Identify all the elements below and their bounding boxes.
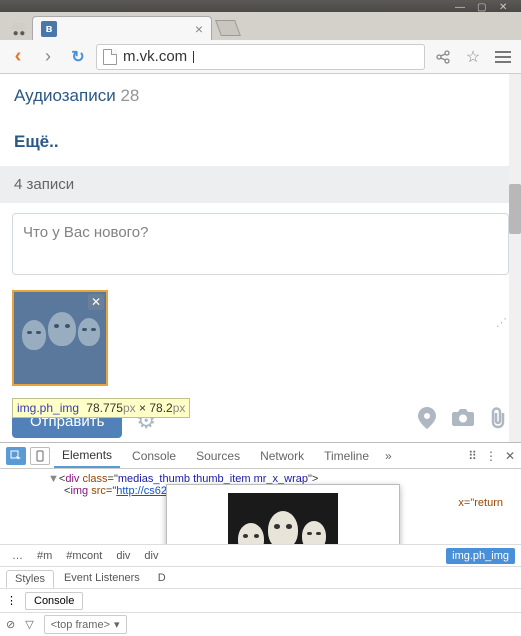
devtools-tabs: Elements Console Sources Network Timelin… (0, 443, 521, 469)
page-content: Аудиозаписи 28 Ещё.. 4 записи ⋰ ✕ Отправ… (0, 74, 521, 442)
tab-timeline[interactable]: Timeline (316, 445, 377, 467)
tab-favicon: в (41, 21, 57, 37)
audio-count: 28 (120, 86, 139, 105)
audio-link-label[interactable]: Аудиозаписи (14, 86, 116, 105)
new-tab-button[interactable] (215, 20, 241, 36)
audio-link-row[interactable]: Аудиозаписи 28 (0, 74, 521, 118)
share-icon[interactable] (431, 45, 455, 69)
tab-strip: в × (0, 12, 521, 40)
maximize-icon[interactable]: ▢ (477, 2, 493, 10)
tab-close-icon[interactable]: × (195, 21, 203, 37)
url-text: m.vk.com (123, 48, 187, 65)
subtab-d[interactable]: D (150, 570, 174, 586)
browser-tab[interactable]: в × (32, 16, 212, 40)
post-textarea[interactable] (12, 213, 509, 275)
location-pin-icon[interactable] (417, 407, 437, 435)
filter-icon[interactable]: ▽ (25, 618, 33, 631)
clear-console-icon[interactable]: ⊘ (6, 618, 15, 631)
breadcrumb[interactable]: … #m #mcont div div img.ph_img (0, 544, 521, 566)
styles-subtabs: Styles Event Listeners D (0, 566, 521, 588)
back-button[interactable]: ‹ (6, 45, 30, 69)
remove-attachment-icon[interactable]: ✕ (88, 294, 104, 310)
scrollbar[interactable] (509, 74, 521, 442)
inspect-element-icon[interactable] (6, 447, 26, 465)
bookmark-star-icon[interactable]: ☆ (461, 45, 485, 69)
drawer-menu-icon[interactable]: ⋮ (6, 594, 17, 607)
more-link[interactable]: Ещё.. (0, 118, 521, 166)
subtab-styles[interactable]: Styles (6, 570, 54, 588)
minimize-icon[interactable]: — (455, 2, 471, 10)
resize-grip-icon[interactable]: ⋰ (496, 316, 507, 329)
drawer-toggle-icon[interactable]: ⠿ (468, 449, 477, 463)
tab-sources[interactable]: Sources (188, 445, 248, 467)
page-icon (103, 49, 117, 65)
attachment-thumbnail[interactable]: ✕ (12, 290, 108, 386)
records-bar: 4 записи (0, 166, 521, 203)
image-preview-popup: .mask-face::before{width:20%;height:12%;… (166, 484, 400, 544)
devtools-panel: Elements Console Sources Network Timelin… (0, 442, 521, 636)
chrome-menu-icon[interactable] (491, 51, 515, 63)
scrollbar-thumb[interactable] (509, 184, 521, 234)
inspector-tooltip: img.ph_img 78.775px × 78.2px (12, 398, 190, 418)
reload-button[interactable]: ↻ (66, 45, 90, 69)
forward-button[interactable]: › (36, 45, 60, 69)
crumb-selected[interactable]: img.ph_img (446, 548, 515, 564)
attach-clip-icon[interactable] (489, 407, 509, 435)
preview-image: .mask-face::before{width:20%;height:12%;… (228, 493, 338, 544)
window-titlebar: — ▢ ✕ (0, 0, 521, 12)
devtools-close-icon[interactable]: ✕ (505, 449, 515, 463)
incognito-icon (6, 18, 32, 40)
console-drawer-header: ⋮ Console (0, 588, 521, 612)
tab-network[interactable]: Network (252, 445, 312, 467)
tab-elements[interactable]: Elements (54, 444, 120, 468)
tabs-overflow-icon[interactable]: » (385, 449, 392, 463)
camera-icon[interactable] (451, 407, 475, 435)
tab-console[interactable]: Console (124, 445, 184, 467)
address-bar[interactable]: m.vk.com (96, 44, 425, 70)
frame-selector[interactable]: <top frame>▾ (44, 615, 127, 634)
devtools-menu-icon[interactable]: ⋮ (485, 449, 497, 463)
console-drawer-tab[interactable]: Console (25, 592, 83, 610)
device-mode-icon[interactable] (30, 447, 50, 465)
console-toolbar: ⊘ ▽ <top frame>▾ (0, 612, 521, 636)
close-window-icon[interactable]: ✕ (499, 2, 515, 10)
subtab-event-listeners[interactable]: Event Listeners (56, 570, 148, 586)
browser-toolbar: ‹ › ↻ m.vk.com ☆ (0, 40, 521, 74)
